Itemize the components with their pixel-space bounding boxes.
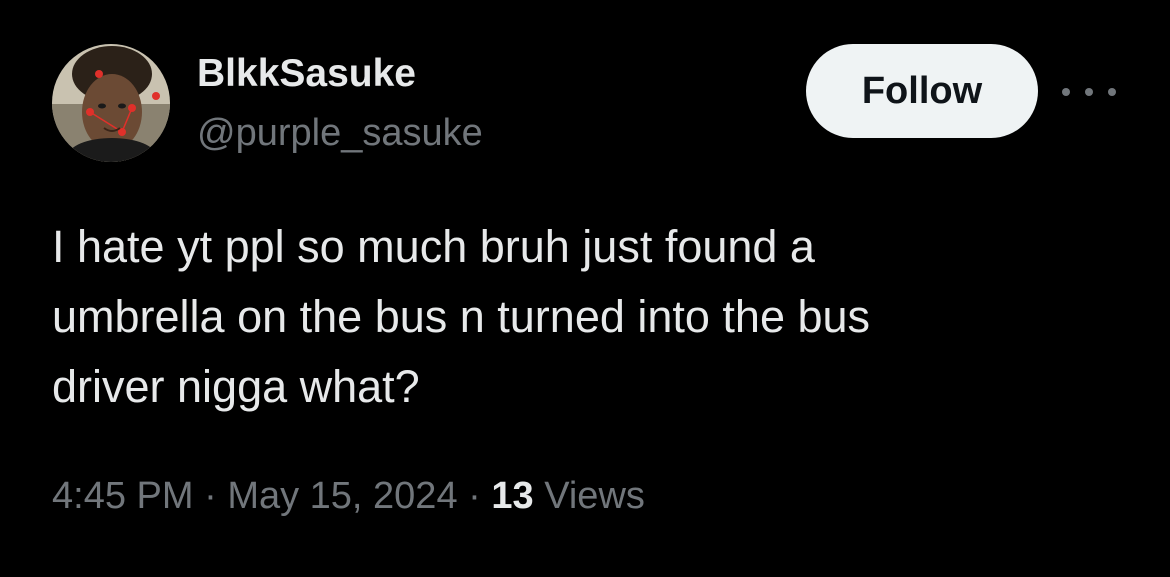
views-count: 13	[491, 475, 534, 517]
user-handle[interactable]: @purple_sasuke	[197, 112, 483, 155]
meta-separator: ·	[204, 475, 217, 517]
more-dot	[1085, 88, 1093, 96]
tweet-text: I hate yt ppl so much bruh just found a …	[52, 212, 1112, 422]
tweet-time[interactable]: 4:45 PM	[52, 475, 194, 517]
meta-separator: ·	[468, 475, 481, 517]
tweet-meta: 4:45 PM · May 15, 2024 · 13 Views	[52, 475, 645, 518]
tweet-date[interactable]: May 15, 2024	[227, 475, 457, 517]
display-name[interactable]: BlkkSasuke	[197, 52, 416, 96]
more-dot	[1062, 88, 1070, 96]
more-dot	[1108, 88, 1116, 96]
more-horizontal-icon[interactable]	[1062, 78, 1116, 106]
tweet-text-line: driver nigga what?	[52, 361, 420, 412]
follow-button[interactable]: Follow	[806, 44, 1038, 138]
tweet-card: BlkkSasuke @purple_sasuke Follow I hate …	[0, 0, 1170, 577]
views-label: Views	[544, 475, 645, 517]
avatar-image	[52, 44, 170, 162]
tweet-text-line: I hate yt ppl so much bruh just found a	[52, 221, 815, 272]
avatar[interactable]	[52, 44, 170, 162]
tweet-text-line: umbrella on the bus n turned into the bu…	[52, 291, 871, 342]
